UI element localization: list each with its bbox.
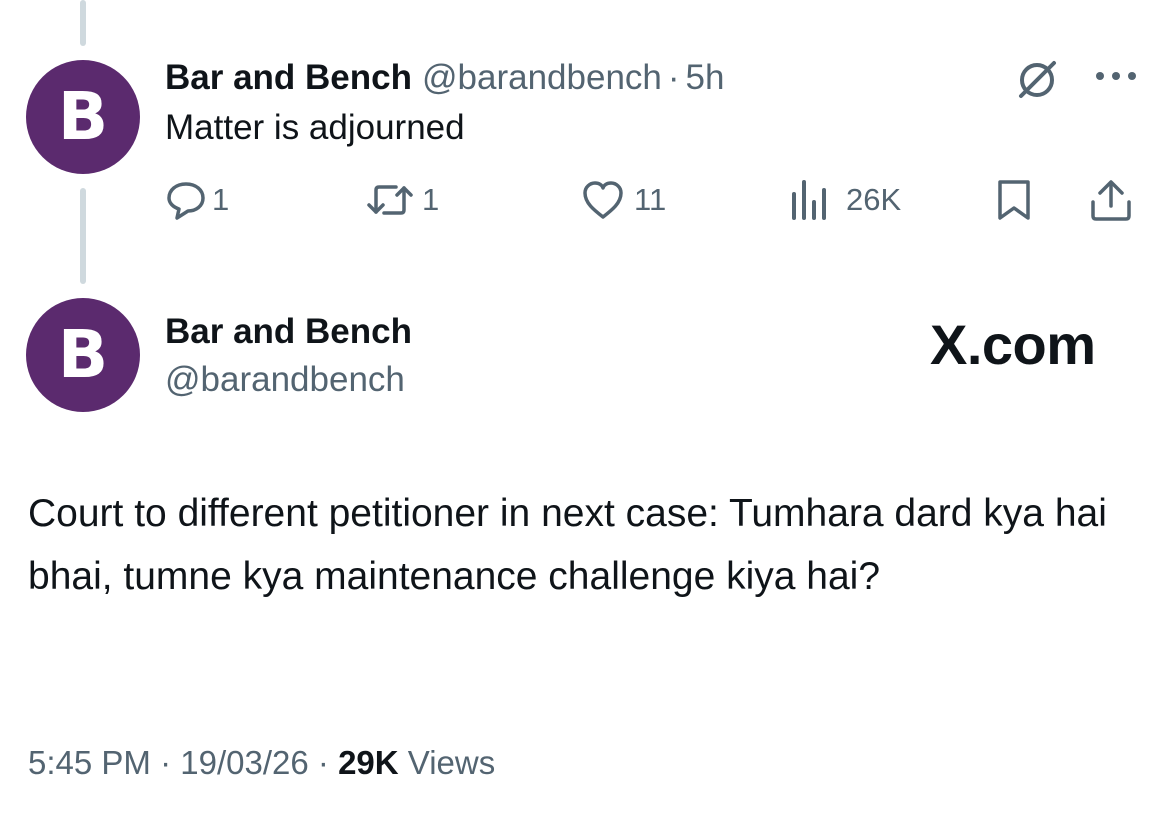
tweet-date[interactable]: 19/03/26 [180, 744, 308, 781]
share-button[interactable] [1088, 176, 1134, 224]
avatar-logo-letter: B [57, 78, 109, 155]
more-icon[interactable] [1093, 64, 1141, 88]
views-label: Views [407, 744, 496, 781]
thread-line-middle [80, 188, 86, 284]
repost-count: 1 [422, 182, 440, 217]
tweet-text: Court to different petitioner in next ca… [28, 492, 1107, 598]
reply-header: Bar and Bench @barandbench · 5h [165, 56, 724, 100]
avatar[interactable]: B [26, 60, 140, 174]
reply-icon [164, 178, 208, 222]
author-name[interactable]: Bar and Bench [165, 312, 412, 352]
grok-icon[interactable] [1015, 58, 1059, 102]
views-count: 26K [846, 182, 902, 217]
meta-separator: · [317, 744, 329, 781]
reply-button[interactable]: 1 [164, 176, 229, 224]
xcom-brand: X.com [930, 313, 1096, 376]
meta-separator: · [160, 744, 172, 781]
bookmark-button[interactable] [994, 176, 1034, 224]
like-count: 11 [634, 182, 667, 217]
author-handle[interactable]: @barandbench [422, 58, 662, 98]
author-name[interactable]: Bar and Bench [165, 58, 412, 98]
bookmark-icon [994, 178, 1034, 222]
avatar-logo-letter: B [57, 316, 109, 393]
views-button[interactable]: 26K [788, 176, 901, 224]
views-icon [788, 178, 832, 222]
views-total[interactable]: 29K [338, 744, 399, 781]
reply-text: Matter is adjourned [165, 108, 465, 147]
repost-button[interactable]: 1 [366, 176, 439, 224]
like-icon [580, 178, 626, 222]
tweet-time[interactable]: 5:45 PM [28, 744, 151, 781]
tweet-time[interactable]: 5h [686, 58, 725, 98]
tweet-meta: 5:45 PM · 19/03/26 · 29K Views [28, 744, 495, 782]
repost-icon [366, 178, 414, 222]
reply-count: 1 [212, 182, 230, 217]
meta-separator: · [667, 58, 680, 97]
like-button[interactable]: 11 [580, 176, 666, 224]
share-icon [1088, 178, 1134, 222]
thread-line-top [80, 0, 86, 46]
author-handle[interactable]: @barandbench [165, 360, 405, 400]
avatar[interactable]: B [26, 298, 140, 412]
